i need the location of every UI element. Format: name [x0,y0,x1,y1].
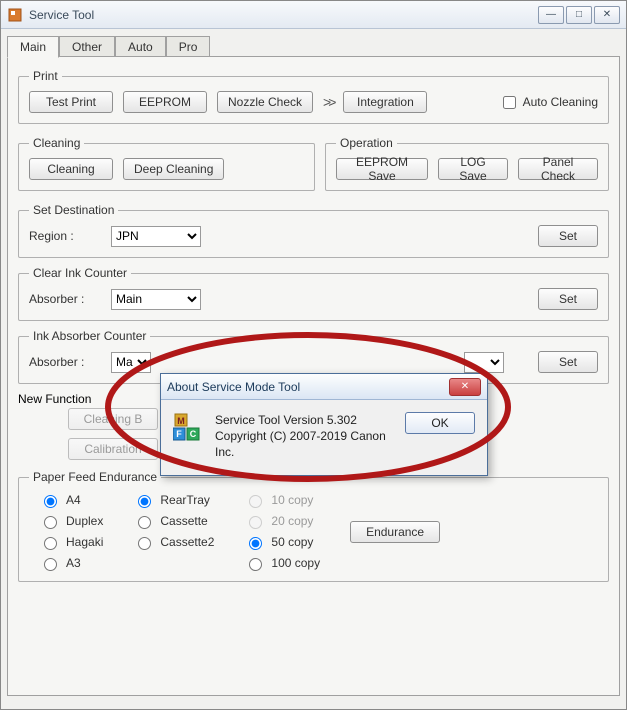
paper-size-group: A4 Duplex Hagaki A3 [39,492,103,571]
paper-source-group: RearTray Cassette Cassette2 [133,492,214,550]
region-label: Region : [29,229,99,243]
deep-cleaning-button[interactable]: Deep Cleaning [123,158,224,180]
test-print-button[interactable]: Test Print [29,91,113,113]
radio-a3[interactable]: A3 [39,555,103,571]
group-clear-ink-legend: Clear Ink Counter [29,266,131,280]
radio-100copy[interactable]: 100 copy [244,555,320,571]
clear-ink-set-button[interactable]: Set [538,288,598,310]
copies-group: 10 copy 20 copy 50 copy 100 copy [244,492,320,571]
ink-absorber-label: Absorber : [29,355,99,369]
group-operation-legend: Operation [336,136,397,150]
tabpanel-main: Print Test Print EEPROM Nozzle Check >> … [7,56,620,696]
group-cleaning: Cleaning Cleaning Deep Cleaning [18,136,315,191]
auto-cleaning-checkbox[interactable]: Auto Cleaning [499,93,598,112]
tab-main[interactable]: Main [7,36,59,58]
radio-duplex[interactable]: Duplex [39,513,103,529]
about-dialog: About Service Mode Tool ✕ M F C [160,373,488,476]
region-combo[interactable]: JPN [111,226,201,247]
about-dialog-close-button[interactable]: ✕ [449,378,481,396]
svg-text:M: M [177,416,185,426]
new-function-label: New Function [18,392,91,406]
more-icon[interactable]: >> [323,94,333,110]
radio-10copy: 10 copy [244,492,320,508]
group-cleaning-legend: Cleaning [29,136,84,150]
client-area: Main Other Auto Pro Print Test Print EEP… [1,29,626,709]
radio-a4[interactable]: A4 [39,492,103,508]
panel-check-button[interactable]: Panel Check [518,158,598,180]
group-set-destination: Set Destination Region : JPN Set [18,203,609,258]
ink-absorber-combo-2[interactable] [464,352,504,373]
group-paper-feed-legend: Paper Feed Endurance [29,470,161,484]
eeprom-save-button[interactable]: EEPROM Save [336,158,428,180]
radio-cassette[interactable]: Cassette [133,513,214,529]
group-clear-ink: Clear Ink Counter Absorber : Main Set [18,266,609,321]
group-ink-absorber-legend: Ink Absorber Counter [29,329,150,343]
clear-ink-combo[interactable]: Main [111,289,201,310]
radio-reartray[interactable]: RearTray [133,492,214,508]
cleaning-button[interactable]: Cleaning [29,158,113,180]
svg-text:C: C [190,429,197,439]
tab-strip: Main Other Auto Pro [7,35,620,57]
auto-cleaning-input[interactable] [503,96,516,109]
radio-cassette2[interactable]: Cassette2 [133,534,214,550]
endurance-button[interactable]: Endurance [350,521,440,543]
window-controls: — □ ✕ [538,6,620,24]
about-copyright-line: Copyright (C) 2007-2019 Canon Inc. [215,428,395,460]
radio-20copy: 20 copy [244,513,320,529]
mfc-icon: M F C [173,412,205,444]
group-set-destination-legend: Set Destination [29,203,118,217]
about-ok-button[interactable]: OK [405,412,475,434]
tab-auto[interactable]: Auto [115,36,166,58]
nozzle-check-button[interactable]: Nozzle Check [217,91,313,113]
main-window: Service Tool — □ ✕ Main Other Auto Pro P… [0,0,627,710]
clear-ink-label: Absorber : [29,292,99,306]
svg-text:F: F [176,429,182,439]
cleaning-b-button[interactable]: Cleaning B [68,408,158,430]
integration-button[interactable]: Integration [343,91,427,113]
tab-pro[interactable]: Pro [166,36,211,58]
log-save-button[interactable]: LOG Save [438,158,508,180]
radio-hagaki[interactable]: Hagaki [39,534,103,550]
window-title: Service Tool [29,8,94,22]
titlebar: Service Tool — □ ✕ [1,1,626,29]
about-dialog-text: Service Tool Version 5.302 Copyright (C)… [215,412,395,461]
tab-other[interactable]: Other [59,36,115,58]
about-dialog-title: About Service Mode Tool [167,380,300,394]
close-button[interactable]: ✕ [594,6,620,24]
auto-cleaning-label: Auto Cleaning [523,95,598,109]
about-dialog-titlebar: About Service Mode Tool ✕ [161,374,487,400]
about-version-line: Service Tool Version 5.302 [215,412,395,428]
group-print: Print Test Print EEPROM Nozzle Check >> … [18,69,609,124]
radio-50copy[interactable]: 50 copy [244,534,320,550]
app-icon [7,7,23,23]
region-set-button[interactable]: Set [538,225,598,247]
calibration-button[interactable]: Calibration [68,438,158,460]
group-print-legend: Print [29,69,62,83]
eeprom-button[interactable]: EEPROM [123,91,207,113]
group-operation: Operation EEPROM Save LOG Save Panel Che… [325,136,609,191]
group-paper-feed: Paper Feed Endurance A4 Duplex Hagaki A3… [18,470,609,582]
maximize-button[interactable]: □ [566,6,592,24]
ink-absorber-combo[interactable]: Ma [111,352,151,373]
minimize-button[interactable]: — [538,6,564,24]
ink-absorber-set-button[interactable]: Set [538,351,598,373]
